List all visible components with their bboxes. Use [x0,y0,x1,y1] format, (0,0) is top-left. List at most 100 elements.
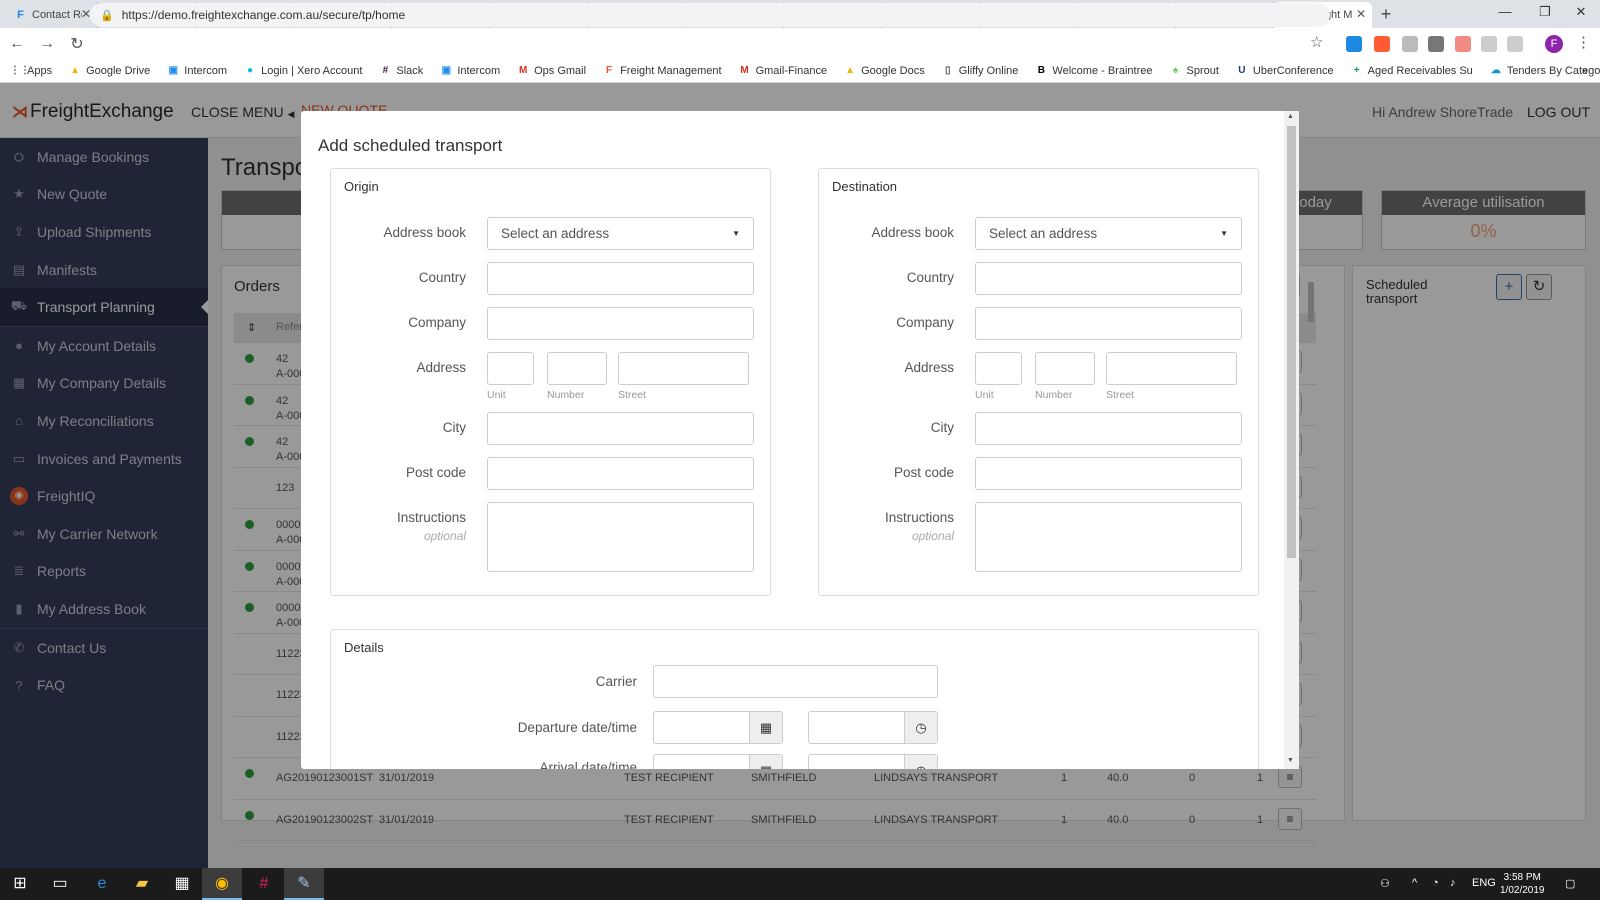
bookmark-item[interactable]: ▯ Gliffy Online [942,65,1018,77]
origin-street-field[interactable] [618,352,749,385]
extension-icon[interactable] [1455,36,1471,52]
show-hidden-icons[interactable]: ^ [1412,877,1417,889]
notifications-icon[interactable]: ▢ [1565,877,1575,890]
bookmark-item[interactable]: ▲ Google Docs [844,65,925,77]
destination-instructions-label: Instructions optional [885,510,954,543]
windows-start-icon[interactable]: ⊞ [0,868,40,900]
clock-date: 1/02/2019 [1500,885,1545,896]
bookmark-item[interactable]: ▲ Google Drive [69,65,150,77]
origin-company-field[interactable] [487,307,754,340]
origin-city-field[interactable] [487,412,754,445]
departure-time-field[interactable]: ◷ [808,711,938,744]
edge-icon[interactable]: e [82,868,122,900]
destination-instructions-text: Instructions [884,510,954,525]
bookmarks-overflow-icon[interactable]: » [1582,65,1588,77]
file-explorer-icon[interactable]: ▰ [122,868,162,900]
origin-heading: Origin [344,179,379,194]
paint-icon[interactable]: ✎ [284,868,324,900]
extension-icon[interactable] [1346,36,1362,52]
destination-company-label: Company [896,315,954,330]
destination-instructions-field[interactable] [975,502,1242,572]
extension-icon[interactable] [1507,36,1523,52]
destination-country-field[interactable] [975,262,1242,295]
reload-icon[interactable]: ↻ [64,34,90,54]
arrival-time-field[interactable]: ◷ [808,754,938,769]
tab-close-icon[interactable]: ✕ [1356,7,1366,21]
bookmark-icon: # [382,64,389,76]
bookmark-item[interactable]: F Freight Management [603,65,722,77]
bookmark-item[interactable]: U UberConference [1236,64,1334,77]
calendar-icon[interactable]: ▦ [749,712,782,743]
bookmark-icon: ▲ [70,64,81,76]
new-tab-button[interactable]: + [1372,2,1400,28]
destination-company-field[interactable] [975,307,1242,340]
bookmark-icon: B [1037,64,1046,76]
origin-unit-field[interactable] [487,352,534,385]
destination-address-book-label: Address book [871,225,954,240]
carrier-field[interactable] [653,665,938,698]
arrival-date-field[interactable]: ▦ [653,754,783,769]
bookmark-star-icon[interactable]: ☆ [1310,33,1323,51]
destination-address-book-value: Select an address [989,226,1098,241]
profile-avatar[interactable]: F [1545,35,1563,53]
destination-postcode-field[interactable] [975,457,1242,490]
bookmark-icon: ▲ [845,64,856,76]
bookmark-item[interactable]: # Slack [379,64,424,77]
origin-country-field[interactable] [487,262,754,295]
bookmark-label: Freight Management [620,64,722,77]
windows-taskbar: ⊞ ▭ e ▰ ▦ ◉ # ✎ ⚇ ^ ◔ ♪ ENG 3:58 PM 1/02… [0,868,1600,900]
extension-icon[interactable] [1402,36,1418,52]
origin-address-book-select[interactable]: Select an address ▼ [487,217,754,250]
browser-menu-icon[interactable]: ⋮ [1576,33,1591,51]
destination-unit-field[interactable] [975,352,1022,385]
origin-postcode-field[interactable] [487,457,754,490]
bookmark-item[interactable]: M Gmail-Finance [739,64,827,77]
origin-unit-label: Unit [487,389,506,401]
system-clock[interactable]: 3:58 PM 1/02/2019 [1500,871,1545,897]
people-icon[interactable]: ⚇ [1380,877,1390,890]
address-bar[interactable]: 🔒 https://demo.freightexchange.com.au/se… [90,3,1330,27]
language-indicator[interactable]: ENG [1472,877,1496,889]
task-view-icon[interactable]: ▭ [40,868,80,900]
forward-icon[interactable]: → [34,35,60,53]
destination-city-field[interactable] [975,412,1242,445]
origin-instructions-field[interactable] [487,502,754,572]
clock-icon[interactable]: ◷ [904,712,937,743]
bookmark-item[interactable]: ▣ Intercom [167,64,228,77]
chrome-icon[interactable]: ◉ [202,868,242,900]
bookmark-item[interactable]: ▣ Intercom [440,65,501,77]
bookmark-icon: M [740,64,749,76]
bookmark-item[interactable]: M Ops Gmail [517,65,586,77]
destination-number-field[interactable] [1035,352,1095,385]
tab-label: Contact Re [32,9,82,21]
departure-date-field[interactable]: ▦ [653,711,783,744]
close-window-button[interactable]: ✕ [1558,4,1600,20]
extension-icon[interactable] [1428,36,1444,52]
extension-icon[interactable] [1374,36,1390,52]
back-icon[interactable]: ← [4,35,30,53]
calculator-icon[interactable]: ▦ [162,868,202,900]
origin-number-field[interactable] [547,352,607,385]
bookmarks-bar: ⋮⋮ Apps ▲ Google Drive ▣ Intercom ● Login | Xer… [0,59,1600,83]
destination-street-field[interactable] [1106,352,1237,385]
bookmark-icon: ▣ [168,64,178,76]
slack-icon[interactable]: # [244,868,284,900]
scroll-down-icon[interactable]: ▼ [1287,757,1294,764]
origin-company-label: Company [408,315,466,330]
bookmark-label: UberConference [1252,64,1334,77]
bookmark-item[interactable]: + Aged Receivables Su [1351,65,1473,77]
destination-unit-label: Unit [975,389,994,401]
calendar-icon[interactable]: ▦ [749,755,782,769]
network-icon[interactable]: ◔ [1432,877,1439,889]
bookmark-item[interactable]: B Welcome - Braintree [1035,64,1153,77]
bookmark-item[interactable]: ♠ Sprout [1169,65,1219,77]
clock-icon[interactable]: ◷ [904,755,937,769]
volume-icon[interactable]: ♪ [1450,877,1456,889]
bookmark-item[interactable]: ⋮⋮ Apps [10,65,52,77]
modal-scrollbar[interactable]: ▲ ▼ [1284,111,1299,769]
scroll-up-icon[interactable]: ▲ [1287,113,1294,120]
extension-icon[interactable] [1481,36,1497,52]
browser-tab[interactable]: F Contact Re ✕ [0,2,98,28]
bookmark-item[interactable]: ● Login | Xero Account [244,65,362,77]
destination-address-book-select[interactable]: Select an address ▼ [975,217,1242,250]
